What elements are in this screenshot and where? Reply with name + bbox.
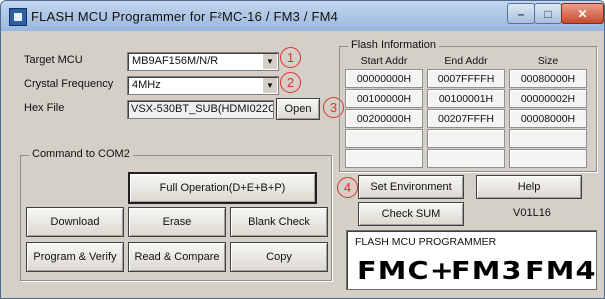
flash-cell (345, 129, 423, 148)
open-button[interactable]: Open (276, 98, 320, 120)
flash-cell (345, 149, 423, 168)
minimize-button[interactable]: – (507, 3, 535, 24)
flash-cell: 00100000H (345, 89, 423, 108)
flash-cell (509, 149, 587, 168)
program-verify-button[interactable]: Program & Verify (26, 242, 124, 272)
flash-cell: 00100001H (427, 89, 505, 108)
crystal-frequency-value: 4MHz (132, 79, 161, 91)
flash-cell (427, 149, 505, 168)
hex-file-label: Hex File (24, 102, 65, 114)
command-group-title: Command to COM2 (29, 148, 133, 160)
version-label: V01L16 (513, 207, 551, 219)
blank-check-button[interactable]: Blank Check (230, 207, 328, 237)
annotation-2: 2 (280, 72, 301, 93)
flash-cell: 0007FFFFH (427, 69, 505, 88)
programmer-window: FLASH MCU Programmer for F²MC-16 / FM3 /… (0, 0, 605, 299)
column-header: Start Addr (360, 54, 408, 67)
hex-file-field[interactable]: VSX-530BT_SUB(HDMI022C8 (127, 100, 274, 119)
hex-file-value: VSX-530BT_SUB(HDMI022C8 (131, 103, 274, 115)
close-button[interactable]: ✕ (561, 3, 604, 24)
help-button[interactable]: Help (476, 175, 582, 199)
flash-cell: 00008000H (509, 109, 587, 128)
crystal-frequency-label: Crystal Frequency (24, 78, 114, 90)
chevron-down-icon[interactable]: ▼ (262, 54, 277, 69)
fm4-logo: FM4 (525, 256, 597, 285)
app-icon (9, 8, 27, 26)
logo-panel: FLASH MCU PROGRAMMER FMC+ FM3 FM4 (346, 230, 597, 290)
target-mcu-value: MB9AF156M/N/R (132, 55, 219, 67)
flash-cell: 00080000H (509, 69, 587, 88)
check-sum-button[interactable]: Check SUM (358, 202, 464, 226)
read-compare-button[interactable]: Read & Compare (128, 242, 226, 272)
flash-cell (509, 129, 587, 148)
chevron-down-icon[interactable]: ▼ (262, 78, 277, 93)
flash-cell: 00200000H (345, 109, 423, 128)
logo-caption: FLASH MCU PROGRAMMER (355, 236, 497, 248)
client-area: Target MCU MB9AF156M/N/R ▼ Crystal Frequ… (6, 31, 599, 293)
maximize-button[interactable]: □ (534, 3, 562, 24)
set-environment-button[interactable]: Set Environment (358, 175, 464, 199)
fmc-plus-logo: FMC+ (357, 256, 456, 285)
download-button[interactable]: Download (26, 207, 124, 237)
full-operation-button[interactable]: Full Operation(D+E+B+P) (128, 172, 317, 204)
annotation-1: 1 (280, 47, 301, 68)
flash-information-title: Flash Information (348, 39, 439, 51)
crystal-frequency-select[interactable]: 4MHz ▼ (127, 76, 279, 95)
copy-button[interactable]: Copy (230, 242, 328, 272)
fm3-logo: FM3 (451, 256, 523, 285)
flash-cell: 00000002H (509, 89, 587, 108)
flash-cell (427, 129, 505, 148)
erase-button[interactable]: Erase (128, 207, 226, 237)
target-mcu-label: Target MCU (24, 54, 83, 66)
column-header: Size (537, 54, 559, 67)
target-mcu-select[interactable]: MB9AF156M/N/R ▼ (127, 52, 279, 71)
annotation-4: 4 (337, 177, 358, 198)
flash-cell: 00000000H (345, 69, 423, 88)
flash-cell: 00207FFFH (427, 109, 505, 128)
title-bar[interactable]: FLASH MCU Programmer for F²MC-16 / FM3 /… (1, 1, 604, 31)
column-header: End Addr (444, 54, 488, 67)
window-title: FLASH MCU Programmer for F²MC-16 / FM3 /… (31, 9, 339, 24)
